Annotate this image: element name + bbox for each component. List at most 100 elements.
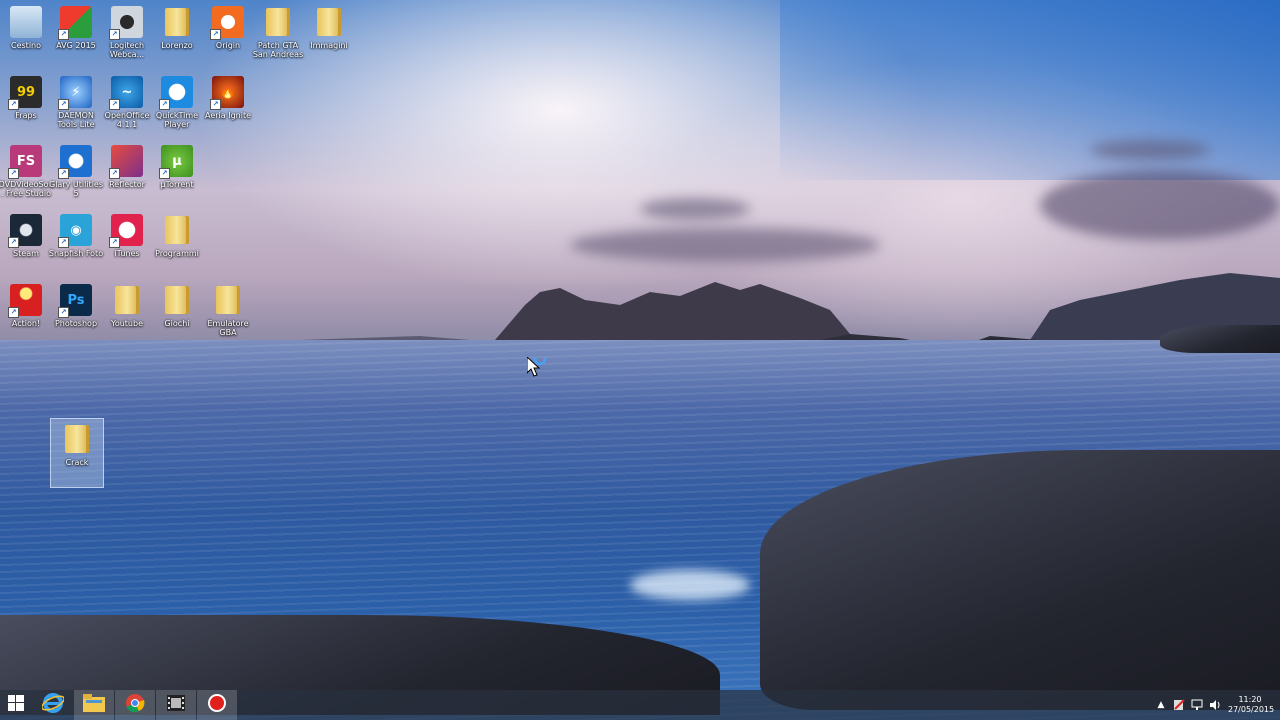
- desktop-icon[interactable]: ↗ Origin: [202, 2, 254, 70]
- folder-icon: [212, 284, 244, 316]
- shortcut-arrow-icon: ↗: [109, 99, 120, 110]
- steam-icon: ↗: [8, 214, 42, 248]
- shortcut-arrow-icon: ↗: [210, 29, 221, 40]
- desktop-icon[interactable]: Cestino: [0, 2, 52, 70]
- folder-icon: [262, 6, 294, 38]
- daemon-tools-icon: ⚡ ↗: [58, 76, 92, 110]
- desktop-icon-label: Patch GTA San Andreas: [252, 41, 304, 59]
- clock-date: 27/05/2015: [1228, 705, 1275, 714]
- desktop-icon[interactable]: ↗ AVG 2015: [50, 2, 102, 70]
- desktop-icon-label: iTunes: [114, 249, 140, 258]
- desktop-icon-label: Glary Utilities 5: [49, 180, 103, 198]
- show-hidden-icons-icon[interactable]: ▲: [1154, 698, 1168, 712]
- dark-cloud: [1040, 170, 1280, 240]
- recycle-bin-icon: [10, 6, 42, 38]
- video-app-button[interactable]: [156, 690, 196, 720]
- desktop-icon-label: Programmi: [155, 249, 199, 258]
- desktop-icon[interactable]: ↗ Glary Utilities 5: [49, 141, 103, 209]
- desktop-icon[interactable]: Programmi: [151, 210, 203, 278]
- record-button[interactable]: [197, 690, 237, 720]
- shortcut-arrow-icon: ↗: [8, 168, 19, 179]
- desktop-icon-label: Giochi: [164, 319, 190, 328]
- desktop-icon-label: Fraps: [15, 111, 37, 120]
- desktop-icon[interactable]: ◉ ↗ Snapfish Foto: [48, 210, 104, 278]
- action-icon: ↗: [8, 284, 42, 318]
- internet-explorer-button[interactable]: [33, 690, 73, 720]
- photoshop-icon: Ps ↗: [58, 284, 92, 318]
- shortcut-arrow-icon: ↗: [8, 237, 19, 248]
- desktop-icon-label: Reflector: [109, 180, 145, 189]
- desktop-icon[interactable]: ↗ Action!: [0, 280, 52, 348]
- shortcut-arrow-icon: ↗: [109, 168, 120, 179]
- desktop-icon[interactable]: Giochi: [151, 280, 203, 348]
- folder-icon: [161, 6, 193, 38]
- folder-icon: [111, 284, 143, 316]
- chrome-icon: [125, 693, 145, 717]
- desktop-icon[interactable]: 🔥 ↗ Aeria Ignite: [202, 72, 254, 140]
- desktop-icon-label: Snapfish Foto: [48, 249, 104, 258]
- dvdvideosoft-icon: FS ↗: [8, 145, 42, 179]
- glary-utilities-icon: ↗: [58, 145, 92, 179]
- file-explorer-button[interactable]: [74, 690, 114, 720]
- desktop-icon[interactable]: Patch GTA San Andreas: [252, 2, 304, 70]
- action-center-icon[interactable]: [1172, 698, 1186, 712]
- desktop-icon[interactable]: ↗ Steam: [0, 210, 52, 278]
- shortcut-arrow-icon: ↗: [58, 29, 69, 40]
- desktop-icon-label: Steam: [13, 249, 39, 258]
- desktop-icon[interactable]: ♪ ↗ iTunes: [101, 210, 153, 278]
- webcam-icon: ↗: [109, 6, 143, 40]
- utorrent-icon: µ ↗: [159, 145, 193, 179]
- desktop-icon[interactable]: ↗ QuickTime Player: [151, 72, 203, 140]
- desktop-icon-label: Logitech Webca...: [109, 41, 145, 59]
- desktop-icon[interactable]: Lorenzo: [151, 2, 203, 70]
- desktop-icon[interactable]: Emulatore GBA: [202, 280, 254, 348]
- folder-icon: [161, 214, 193, 246]
- aeria-ignite-icon: 🔥 ↗: [210, 76, 244, 110]
- volume-icon[interactable]: [1208, 698, 1222, 712]
- openoffice-icon: ~ ↗: [109, 76, 143, 110]
- desktop-icon-label: Origin: [215, 41, 241, 50]
- dark-cloud: [640, 198, 750, 220]
- desktop-icon[interactable]: ↗ Reflector: [101, 141, 153, 209]
- rock-distant: [1160, 325, 1280, 353]
- desktop-icon[interactable]: Crack: [50, 418, 104, 488]
- itunes-icon: ♪ ↗: [109, 214, 143, 248]
- desktop-icon[interactable]: ~ ↗ OpenOffice 4.1.1: [101, 72, 153, 140]
- rock-right: [760, 450, 1280, 710]
- network-icon[interactable]: [1190, 698, 1204, 712]
- desktop-icon-label: QuickTime Player: [155, 111, 199, 129]
- desktop-icon[interactable]: Immagini: [303, 2, 355, 70]
- desktop-icon-label: Cestino: [11, 41, 41, 50]
- desktop-icon[interactable]: ⚡ ↗ DAEMON Tools Lite: [50, 72, 102, 140]
- desktop-icon-label: Photoshop: [54, 319, 98, 328]
- desktop-icon-label: Immagini: [310, 41, 348, 50]
- desktop-icon[interactable]: 99 ↗ Fraps: [0, 72, 52, 140]
- desktop-icon[interactable]: FS ↗ DVDVideoSo... Free Studio: [0, 141, 54, 209]
- shortcut-arrow-icon: ↗: [58, 237, 69, 248]
- internet-explorer-icon: [41, 692, 65, 718]
- quicktime-icon: ↗: [159, 76, 193, 110]
- start-button[interactable]: [0, 690, 32, 720]
- shortcut-arrow-icon: ↗: [58, 168, 69, 179]
- shortcut-arrow-icon: ↗: [109, 237, 120, 248]
- clock[interactable]: 11:20 27/05/2015: [1228, 695, 1275, 715]
- shortcut-arrow-icon: ↗: [8, 307, 19, 318]
- shortcut-arrow-icon: ↗: [58, 99, 69, 110]
- desktop-icon-label: DAEMON Tools Lite: [57, 111, 95, 129]
- desktop-icon-label: Crack: [65, 458, 89, 467]
- dark-cloud: [1090, 140, 1210, 160]
- shortcut-arrow-icon: ↗: [58, 307, 69, 318]
- desktop-icon[interactable]: ↗ Logitech Webca...: [101, 2, 153, 70]
- desktop-icon-label: µTorrent: [160, 180, 194, 189]
- origin-icon: ↗: [210, 6, 244, 40]
- film-icon: [167, 695, 185, 715]
- chrome-button[interactable]: [115, 690, 155, 720]
- desktop-icon-label: DVDVideoSo... Free Studio: [0, 180, 54, 198]
- folder-icon: [313, 6, 345, 38]
- wave-foam: [630, 570, 750, 600]
- desktop-icon[interactable]: µ ↗ µTorrent: [151, 141, 203, 209]
- desktop-icon[interactable]: Youtube: [101, 280, 153, 348]
- shortcut-arrow-icon: ↗: [210, 99, 221, 110]
- taskbar: ▲ 11:20 27/05/2015: [0, 690, 1280, 720]
- desktop-icon[interactable]: Ps ↗ Photoshop: [50, 280, 102, 348]
